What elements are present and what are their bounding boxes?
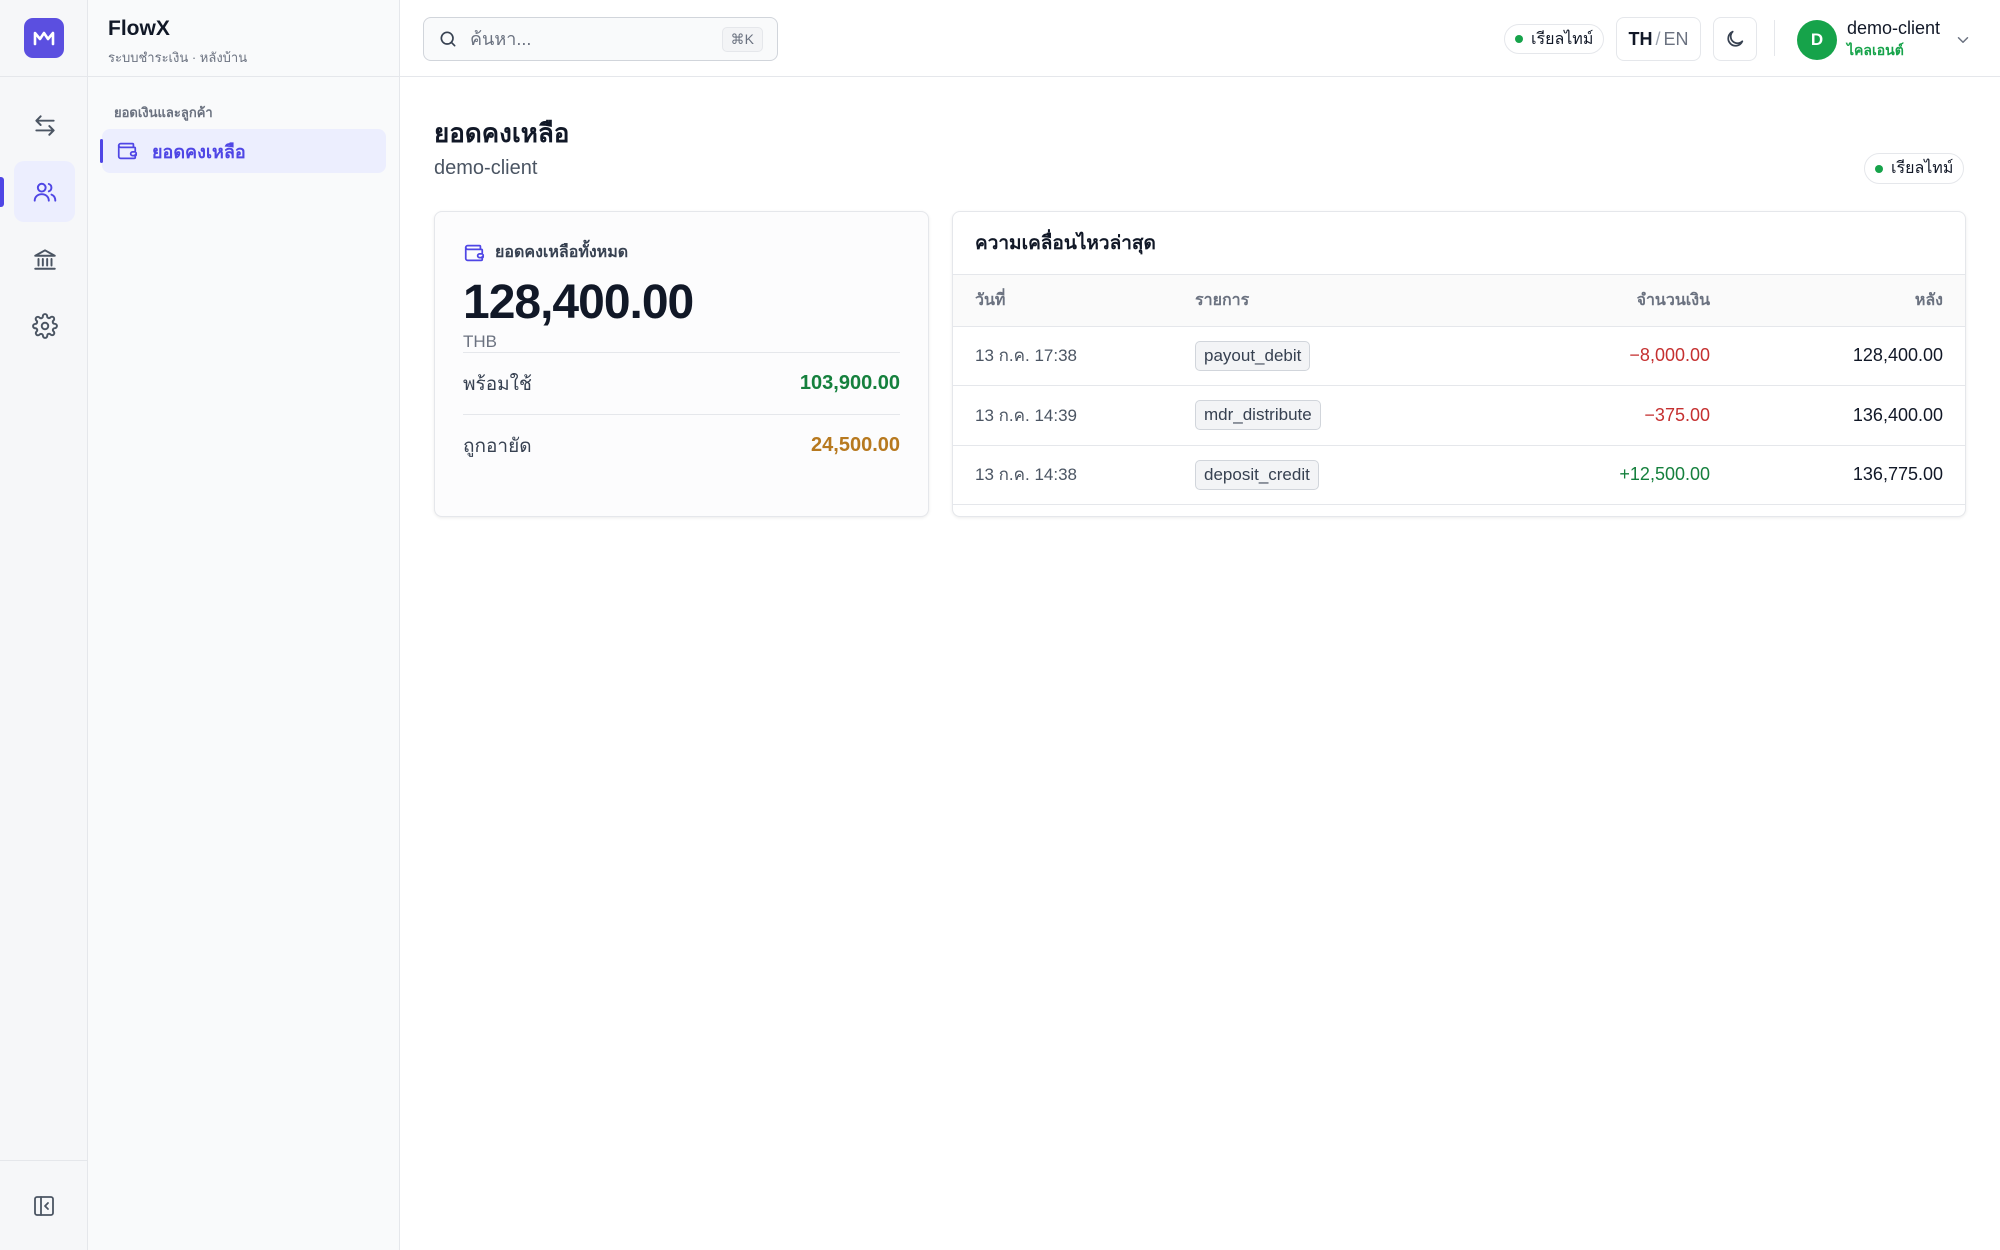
column-header-amount: จำนวนเงิน [1470, 275, 1710, 327]
status-dot [1875, 164, 1883, 173]
lang-separator: / [1655, 28, 1661, 49]
table-row[interactable]: 13 ก.ค. 14:38 deposit_credit +12,500.00 … [953, 445, 1965, 505]
row-amount: +12,500.00 [1470, 445, 1710, 505]
table-row[interactable]: 13 ก.ค. 17:38 payout_debit −8,000.00 128… [953, 326, 1965, 386]
language-toggle[interactable]: TH / EN [1616, 17, 1701, 61]
logo-mark-icon [33, 31, 54, 46]
transaction-type-tag: deposit_credit [1195, 459, 1319, 490]
held-label: ถูกอายัด [463, 435, 532, 457]
available-label: พร้อมใช้ [463, 373, 532, 395]
page-subtitle: demo-client [434, 157, 538, 179]
page-title: ยอดคงเหลือ [434, 118, 570, 148]
transfer-arrows-icon [34, 114, 55, 136]
bank-icon [33, 248, 56, 270]
recent-movements-card: ความเคลื่อนไหวล่าสุด วันที่ รายการ จำนวน… [952, 211, 1966, 517]
rail-transactions-button[interactable] [14, 94, 75, 155]
row-amount: −375.00 [1470, 385, 1710, 446]
realtime-label: เรียลไทม์ [1531, 30, 1594, 48]
nav-active-bar [100, 139, 103, 163]
search-shortcut-hint: ⌘K [721, 26, 763, 52]
page-realtime-badge: เรียลไทม์ [1864, 153, 1965, 184]
wallet-icon [117, 142, 138, 160]
balance-card: ยอดคงเหลือทั้งหมด 128,400.00 THB พร้อมใช… [434, 211, 929, 517]
rail-bank-button[interactable] [14, 228, 75, 289]
total-balance-amount: 128,400.00 [463, 276, 694, 329]
settings-gear-icon [31, 312, 58, 339]
transaction-type-tag: mdr_distribute [1195, 400, 1321, 431]
app-name: FlowX [108, 17, 170, 40]
search-input[interactable] [470, 28, 722, 50]
sidebar-item-label: ยอดคงเหลือ [152, 141, 246, 162]
realtime-status-badge: เรียลไทม์ [1504, 24, 1605, 54]
avatar: D [1797, 20, 1837, 60]
rail-settings-button[interactable] [14, 295, 75, 356]
user-info: demo-client ไคลเอนต์ [1847, 18, 1940, 62]
sidebar-item-balance[interactable]: ยอดคงเหลือ [100, 129, 386, 173]
sidebar-section-label: ยอดเงินและลูกค้า [114, 105, 213, 120]
sidebar-collapse-icon[interactable] [32, 1194, 56, 1218]
search-icon [440, 31, 456, 47]
user-menu[interactable]: D demo-client ไคลเอนต์ [1797, 18, 1972, 62]
row-date: 13 ก.ค. 14:38 [953, 445, 1195, 505]
held-amount: 24,500.00 [811, 434, 900, 456]
user-role: ไคลเอนต์ [1847, 42, 1904, 58]
lang-active[interactable]: TH [1628, 29, 1652, 50]
collapse-sidebar-area [0, 1160, 88, 1250]
row-date: 13 ก.ค. 17:38 [953, 326, 1195, 386]
secondary-sidebar: FlowX ระบบชำระเงิน · หลังบ้าน ยอดเงินและ… [88, 0, 400, 1250]
row-date: 13 ก.ค. 14:39 [953, 385, 1195, 446]
row-type-cell: mdr_distribute [1195, 385, 1470, 446]
rail-active-indicator [0, 177, 4, 207]
table-row[interactable]: 13 ก.ค. 14:39 mdr_distribute −375.00 136… [953, 385, 1965, 446]
row-amount: −8,000.00 [1470, 326, 1710, 386]
lang-other[interactable]: EN [1664, 29, 1689, 50]
column-header-after: หลัง [1710, 275, 1965, 327]
app-subtitle: ระบบชำระเงิน · หลังบ้าน [108, 50, 248, 65]
logo-area [0, 0, 87, 77]
balance-card-title: ยอดคงเหลือทั้งหมด [495, 244, 629, 261]
transaction-type-tag: payout_debit [1195, 340, 1311, 371]
row-type-cell: deposit_credit [1195, 445, 1470, 505]
topbar-divider [1774, 20, 1775, 56]
column-header-date: วันที่ [953, 275, 1195, 327]
top-bar: ⌘K เรียลไทม์ TH / EN D demo-client ไคลเอ… [400, 0, 2000, 77]
table-header-row: วันที่ รายการ จำนวนเงิน หลัง [953, 275, 1965, 327]
balance-card-header: ยอดคงเหลือทั้งหมด [463, 240, 900, 265]
icon-rail [0, 0, 88, 1250]
status-dot [1515, 35, 1523, 43]
realtime-label: เรียลไทม์ [1891, 160, 1954, 177]
row-balance-after: 128,400.00 [1710, 326, 1965, 386]
available-amount: 103,900.00 [799, 372, 900, 394]
user-name: demo-client [1847, 18, 1941, 38]
row-balance-after: 136,400.00 [1710, 385, 1965, 446]
chevron-down-icon [1957, 37, 1969, 43]
currency-label: THB [463, 332, 497, 351]
wallet-icon [464, 244, 485, 261]
search-box[interactable]: ⌘K [423, 17, 778, 61]
moon-icon [1727, 30, 1744, 47]
row-balance-after: 136,775.00 [1710, 445, 1965, 505]
available-balance-row: พร้อมใช้ 103,900.00 [463, 352, 900, 414]
rail-clients-button[interactable] [14, 161, 75, 222]
movements-title: ความเคลื่อนไหวล่าสุด [953, 212, 1965, 275]
movements-table: วันที่ รายการ จำนวนเงิน หลัง 13 ก.ค. 17:… [953, 275, 1965, 505]
users-icon [33, 182, 56, 202]
row-type-cell: payout_debit [1195, 326, 1470, 386]
brand-header: FlowX ระบบชำระเงิน · หลังบ้าน [88, 0, 399, 77]
column-header-type: รายการ [1195, 275, 1470, 327]
app-logo[interactable] [23, 18, 64, 58]
theme-toggle-button[interactable] [1713, 17, 1757, 61]
held-balance-row: ถูกอายัด 24,500.00 [463, 414, 900, 476]
